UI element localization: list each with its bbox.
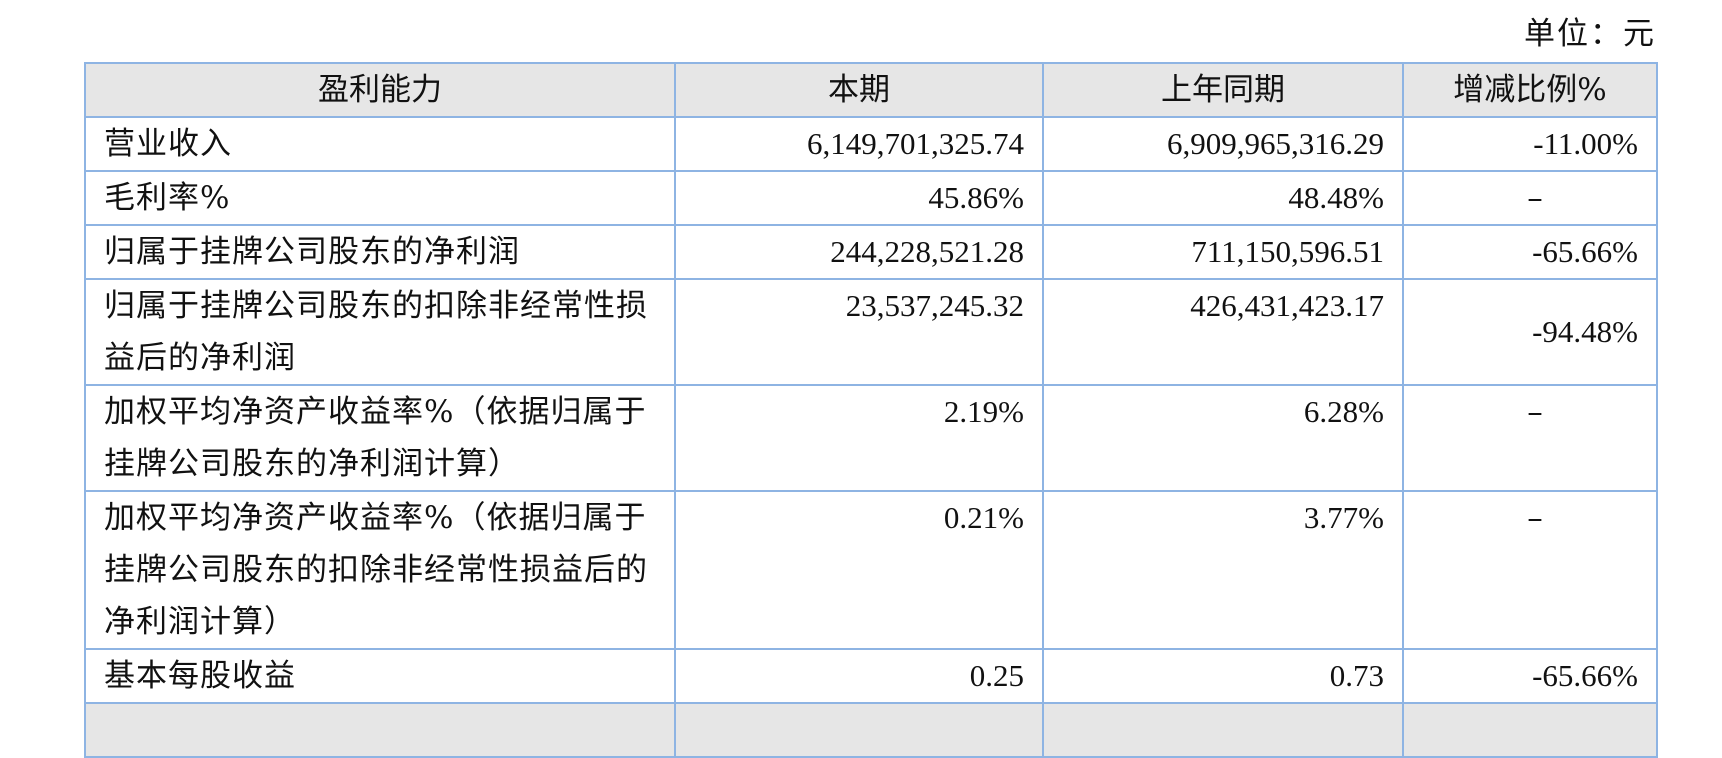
change-cell: – xyxy=(1402,170,1658,226)
current-value: 0.25 xyxy=(674,648,1044,704)
next-section-header-row xyxy=(84,702,1658,758)
change-value: -65.66% xyxy=(1402,648,1658,704)
header-current-period: 本期 xyxy=(674,62,1044,118)
table-row: 归属于挂牌公司股东的扣除非经常性损益后的净利润 23,537,245.32 42… xyxy=(84,278,1658,386)
header-profitability: 盈利能力 xyxy=(84,62,676,118)
change-value: -65.66% xyxy=(1402,224,1658,280)
table-row: 归属于挂牌公司股东的净利润 244,228,521.28 711,150,596… xyxy=(84,224,1658,280)
change-value: – xyxy=(1527,180,1543,216)
current-value: 45.86% xyxy=(674,170,1044,226)
previous-value: 0.73 xyxy=(1042,648,1404,704)
row-label: 归属于挂牌公司股东的扣除非经常性损益后的净利润 xyxy=(84,278,676,386)
header-change-ratio: 增减比例% xyxy=(1402,62,1658,118)
previous-value: 711,150,596.51 xyxy=(1042,224,1404,280)
change-value: -11.00% xyxy=(1402,116,1658,172)
previous-value: 6.28% xyxy=(1042,384,1404,492)
row-label: 归属于挂牌公司股东的净利润 xyxy=(84,224,676,280)
change-cell: – xyxy=(1402,384,1658,492)
row-label: 营业收入 xyxy=(84,116,676,172)
table-row: 加权平均净资产收益率%（依据归属于挂牌公司股东的扣除非经常性损益后的净利润计算）… xyxy=(84,490,1658,650)
previous-value: 426,431,423.17 xyxy=(1042,278,1404,386)
change-value: – xyxy=(1527,500,1543,536)
table-row: 加权平均净资产收益率%（依据归属于挂牌公司股东的净利润计算） 2.19% 6.2… xyxy=(84,384,1658,492)
unit-label: 单位：元 xyxy=(1524,16,1656,52)
current-value: 23,537,245.32 xyxy=(674,278,1044,386)
row-label: 加权平均净资产收益率%（依据归属于挂牌公司股东的扣除非经常性损益后的净利润计算） xyxy=(84,490,676,650)
change-value: -94.48% xyxy=(1402,278,1658,386)
current-value: 0.21% xyxy=(674,490,1044,650)
change-value: – xyxy=(1527,394,1543,430)
current-value: 244,228,521.28 xyxy=(674,224,1044,280)
row-label: 加权平均净资产收益率%（依据归属于挂牌公司股东的净利润计算） xyxy=(84,384,676,492)
table-row: 毛利率% 45.86% 48.48% – xyxy=(84,170,1658,226)
table-row: 基本每股收益 0.25 0.73 -65.66% xyxy=(84,648,1658,704)
row-label: 毛利率% xyxy=(84,170,676,226)
next-section-header-cell xyxy=(1402,702,1658,758)
previous-value: 6,909,965,316.29 xyxy=(1042,116,1404,172)
current-value: 6,149,701,325.74 xyxy=(674,116,1044,172)
change-cell: – xyxy=(1402,490,1658,650)
next-section-header-cell xyxy=(674,702,1044,758)
row-label: 基本每股收益 xyxy=(84,648,676,704)
next-section-header-cell xyxy=(84,702,676,758)
previous-value: 3.77% xyxy=(1042,490,1404,650)
header-prior-year-period: 上年同期 xyxy=(1042,62,1404,118)
current-value: 2.19% xyxy=(674,384,1044,492)
table-row: 营业收入 6,149,701,325.74 6,909,965,316.29 -… xyxy=(84,116,1658,172)
next-section-header-cell xyxy=(1042,702,1404,758)
previous-value: 48.48% xyxy=(1042,170,1404,226)
profitability-table: 盈利能力 本期 上年同期 增减比例% 营业收入 6,149,701,325.74… xyxy=(84,62,1658,758)
table-header-row: 盈利能力 本期 上年同期 增减比例% xyxy=(84,62,1658,118)
